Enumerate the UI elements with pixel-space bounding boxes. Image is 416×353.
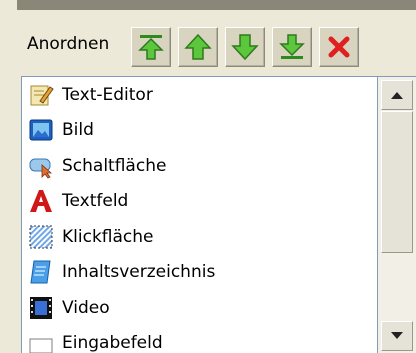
arrow-up-icon: [184, 33, 212, 60]
move-up-button[interactable]: [178, 27, 218, 67]
arrow-up-to-top-icon: [138, 35, 164, 60]
element-type-list[interactable]: Text-Editor Bild Schaltfläche Textfeld K…: [21, 76, 378, 353]
move-down-button[interactable]: [225, 27, 265, 67]
vertical-scrollbar[interactable]: [378, 76, 416, 353]
list-item-text-editor[interactable]: Text-Editor: [22, 77, 377, 113]
red-x-icon: [328, 36, 350, 58]
arrow-down-to-bottom-icon: [279, 34, 305, 59]
pencil-note-icon: [28, 82, 54, 108]
scroll-up-button[interactable]: [381, 80, 413, 110]
scroll-down-button[interactable]: [381, 321, 413, 351]
table-of-contents-icon: [28, 259, 54, 285]
arrow-down-icon: [231, 34, 259, 61]
list-item-label: Inhaltsverzeichnis: [62, 262, 216, 283]
film-icon: [28, 295, 54, 321]
list-item-label: Klickfläche: [62, 226, 154, 247]
list-item-video[interactable]: Video: [22, 290, 377, 326]
arrange-toolbar: Anordnen: [17, 24, 416, 70]
arrange-label: Anordnen: [27, 34, 110, 54]
triangle-up-icon: [391, 92, 403, 99]
list-item-image[interactable]: Bild: [22, 113, 377, 149]
delete-button[interactable]: [319, 27, 359, 67]
list-item-label: Text-Editor: [62, 84, 153, 105]
list-item-toc[interactable]: Inhaltsverzeichnis: [22, 255, 377, 291]
input-field-icon: [28, 330, 54, 353]
list-item-label: Eingabefeld: [62, 333, 163, 353]
panel-top-border: [17, 0, 416, 10]
move-to-top-button[interactable]: [131, 27, 171, 67]
list-item-label: Textfeld: [62, 191, 129, 212]
list-item-input-field[interactable]: Eingabefeld: [22, 326, 377, 353]
arrange-panel: Anordnen Text-Editor Bild Schaltfläche T…: [17, 0, 416, 353]
triangle-down-icon: [391, 332, 403, 339]
hotspot-icon: [28, 224, 54, 250]
scroll-thumb[interactable]: [381, 111, 413, 253]
list-item-label: Bild: [62, 120, 94, 141]
list-item-label: Schaltfläche: [62, 155, 167, 176]
list-item-label: Video: [62, 297, 110, 318]
list-item-hotspot[interactable]: Klickfläche: [22, 219, 377, 255]
button-icon: [28, 153, 54, 179]
list-item-textfield[interactable]: Textfeld: [22, 184, 377, 220]
text-a-icon: [28, 188, 54, 214]
move-to-bottom-button[interactable]: [272, 27, 312, 67]
list-item-button[interactable]: Schaltfläche: [22, 148, 377, 184]
image-icon: [28, 117, 54, 143]
